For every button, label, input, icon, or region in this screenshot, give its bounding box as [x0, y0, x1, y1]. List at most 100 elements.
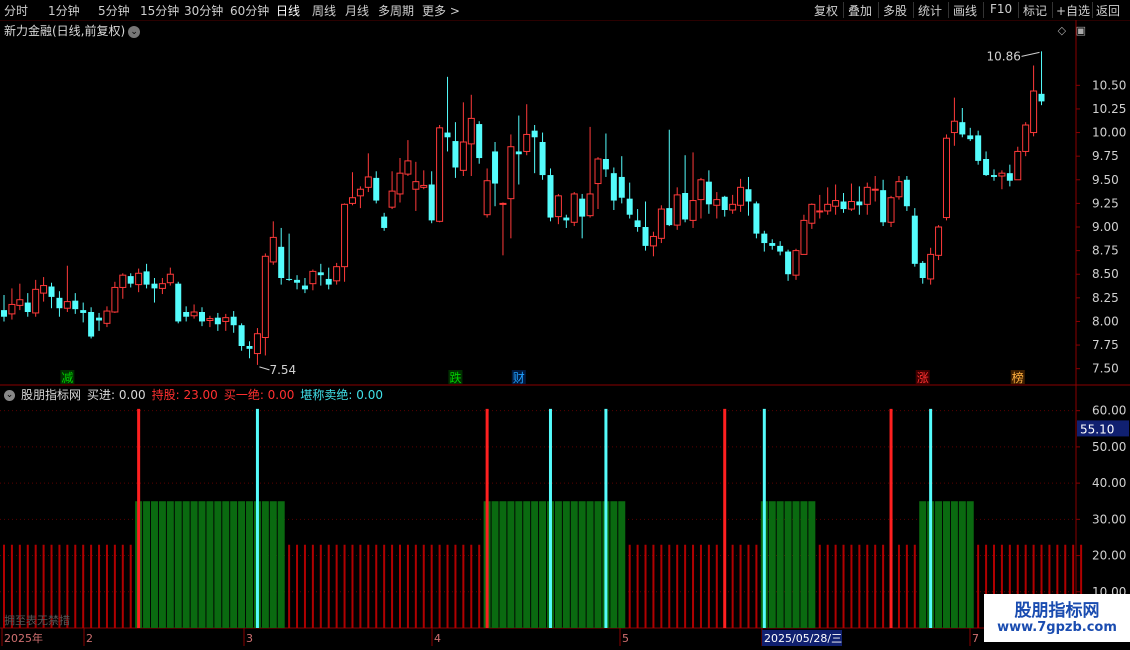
candle-body-up [594, 158, 602, 185]
candle-body-up [483, 180, 491, 216]
time-tick-label: 5 [622, 632, 629, 645]
candle-body-down [72, 300, 79, 310]
hold-bar-active [776, 501, 784, 628]
candle-body-down [127, 276, 134, 284]
candle-body-up [420, 184, 428, 188]
candle-body-up [396, 172, 404, 195]
diamond-icon[interactable]: ◇ [1058, 24, 1066, 37]
candle-body-up [507, 146, 515, 200]
candle-body-down [903, 179, 910, 207]
watermark-url: www.7gpzb.com [997, 620, 1117, 635]
candle-body-up [847, 201, 855, 210]
hold-bar-active [166, 501, 174, 628]
hold-bar-active [523, 501, 531, 628]
candle-body-down [452, 141, 459, 168]
hold-bar-active [958, 501, 966, 628]
candle-body-down [96, 317, 103, 321]
hold-bar-active [214, 501, 222, 628]
candle-body-down [642, 227, 649, 246]
candle-body-up [887, 197, 895, 223]
low-price-label: 7.54 [269, 363, 296, 377]
price-tick-label: 8.50 [1092, 267, 1119, 281]
candle-body-up [356, 188, 364, 197]
candle-body-up [689, 200, 697, 221]
hold-bar-active [935, 501, 943, 628]
indicator-tick-label: 30.00 [1092, 512, 1126, 526]
indicator-sell-all-value: 堪称卖绝: 0.00 [300, 388, 383, 402]
candle-body-down [745, 189, 752, 202]
event-marker: 涨 [917, 370, 929, 385]
candle-body-down [967, 135, 974, 140]
hold-bar-active [539, 501, 547, 628]
candle-body-down [381, 216, 388, 228]
hold-bar-active [230, 501, 238, 628]
candle-body-up [364, 176, 372, 188]
candle-body-up [523, 133, 531, 152]
hold-bar-active [792, 501, 800, 628]
price-tick-label: 9.75 [1092, 149, 1119, 163]
hold-bar-active [507, 501, 515, 628]
candle-body-down [183, 312, 190, 317]
candle-body-up [309, 270, 317, 285]
candle-body-down [143, 271, 150, 285]
kline-chart[interactable]: 10.50 10.25 10.00 9.75 9.50 9.25 9.00 8.75 8.50 8… [0, 0, 1130, 650]
candle-body-up [459, 141, 467, 171]
hold-bar-active [150, 501, 158, 628]
candle-body-down [1, 310, 7, 317]
candle-body-up [808, 203, 816, 224]
price-tick-label: 9.25 [1092, 196, 1119, 210]
candle-body-up [499, 202, 507, 205]
watermark-logo: 股朋指标网 www.7gpzb.com [984, 594, 1130, 642]
chevron-down-icon[interactable]: ⌄ [128, 25, 141, 38]
candle-body-down [238, 325, 245, 346]
candle-body-down [666, 208, 673, 226]
candle-body-up [16, 299, 24, 306]
candle-body-down [626, 198, 633, 215]
time-tick-label: 3 [246, 632, 253, 645]
candle-body-up [950, 120, 958, 134]
candle-body-down [230, 316, 237, 326]
candle-body-up [800, 219, 808, 255]
candle-body-up [832, 200, 840, 207]
candle-body-up [63, 301, 71, 309]
candle-body-down [610, 173, 617, 201]
candle-body-down [769, 243, 776, 246]
candle-body-up [570, 193, 578, 223]
hold-bar-active [198, 501, 206, 628]
candle-body-up [816, 210, 824, 213]
candle-body-up [40, 285, 48, 294]
candle-body-up [190, 311, 198, 317]
hold-bar-active [277, 501, 285, 628]
event-marker: 财 [513, 371, 525, 385]
candle-body-down [975, 135, 982, 161]
hold-bar-active [768, 501, 776, 628]
panel-toggle-icon[interactable]: ▣ [1076, 24, 1086, 37]
candle-body-down [618, 176, 625, 198]
candle-body-up [32, 288, 40, 314]
candle-body-up [863, 186, 871, 205]
candle-body-down [856, 201, 863, 206]
candle-body-down [294, 279, 301, 283]
indicator-tick-label: 50.00 [1092, 440, 1126, 454]
stock-title: 新力金融(日线,前复权) ⌄ [4, 22, 141, 39]
candle-body-up [269, 236, 277, 263]
time-tick-label: 2 [86, 632, 93, 645]
candle-body-down [278, 246, 285, 278]
hold-bar-active [586, 501, 594, 628]
watermark-title: 股朋指标网 [1014, 601, 1100, 621]
indicator-tick-label: 60.00 [1092, 404, 1126, 418]
low-arrow [259, 366, 270, 371]
candle-body-up [657, 208, 665, 239]
candle-body-down [959, 122, 966, 135]
candle-body-down [151, 283, 158, 289]
price-tick-label: 10.25 [1092, 102, 1126, 116]
indicator-buy-value: 买进: 0.00 [87, 388, 146, 402]
candle-body-up [261, 255, 269, 338]
candle-body-up [586, 193, 594, 217]
indicator-menu-icon[interactable]: ⌄ [4, 390, 15, 401]
indicator-tick-label: 40.00 [1092, 476, 1126, 490]
candle-body-down [531, 130, 538, 138]
candle-body-up [729, 203, 737, 211]
candle-body-up [404, 160, 412, 175]
indicator-title: ⌄ 股朋指标网 买进: 0.00 持股: 23.00 买一绝: 0.00 堪称卖绝: 0.… [4, 386, 389, 403]
